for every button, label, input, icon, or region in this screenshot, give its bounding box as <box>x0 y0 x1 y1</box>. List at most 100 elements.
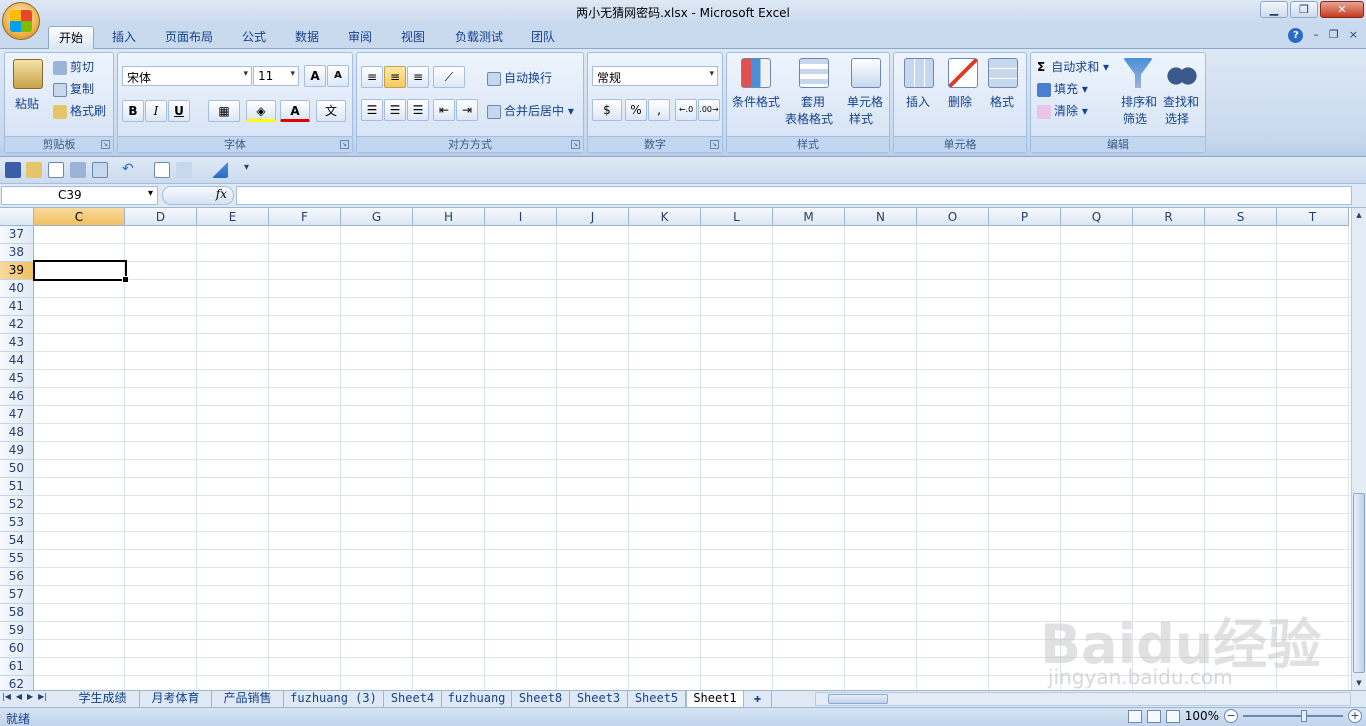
row-header-49[interactable]: 49 <box>0 442 34 460</box>
tab-page-layout[interactable]: 页面布局 <box>158 26 220 49</box>
row-header-47[interactable]: 47 <box>0 406 34 424</box>
increase-indent-button[interactable]: ⇥ <box>456 99 478 121</box>
minimize-button[interactable]: ▁ <box>1260 1 1288 18</box>
copy-button[interactable]: 复制 <box>53 80 94 97</box>
help-icon[interactable]: ? <box>1288 28 1304 43</box>
column-header-o[interactable]: O <box>917 208 989 226</box>
shrink-font-button[interactable]: A <box>327 65 349 87</box>
print-preview-icon[interactable] <box>48 162 64 178</box>
column-header-f[interactable]: F <box>269 208 341 226</box>
row-header-37[interactable]: 37 <box>0 226 34 244</box>
column-header-e[interactable]: E <box>197 208 269 226</box>
tab-formulas[interactable]: 公式 <box>234 26 274 49</box>
sheet-tab[interactable]: 产品销售 <box>212 691 284 707</box>
restore-button[interactable]: ❐ <box>1290 1 1318 18</box>
row-header-45[interactable]: 45 <box>0 370 34 388</box>
next-sheet-icon[interactable]: ▶ <box>27 692 33 701</box>
vertical-scrollbar[interactable]: ▲ ▼ <box>1351 208 1366 690</box>
alignment-launcher-icon[interactable]: ↘ <box>571 140 580 149</box>
insert-sheet-icon[interactable]: ✚ <box>744 691 772 707</box>
tab-home[interactable]: 开始 <box>48 26 94 49</box>
first-sheet-icon[interactable]: |◀ <box>2 692 11 701</box>
phonetic-button[interactable]: 文 <box>316 100 346 122</box>
page-break-view-icon[interactable] <box>1165 709 1180 723</box>
tab-review[interactable]: 审阅 <box>340 26 380 49</box>
row-header-40[interactable]: 40 <box>0 280 34 298</box>
zoom-in-icon[interactable]: + <box>1348 709 1362 723</box>
cut-button[interactable]: 剪切 <box>53 58 94 75</box>
sheet-tab[interactable]: Sheet1 <box>686 691 744 707</box>
align-bottom-button[interactable]: ≡ <box>407 66 429 88</box>
percent-button[interactable]: % <box>625 99 647 121</box>
orientation-button[interactable]: ⟋ <box>433 66 465 88</box>
tab-insert[interactable]: 插入 <box>104 26 144 49</box>
autosum-button[interactable]: Σ 自动求和 ▾ <box>1037 58 1109 75</box>
sort-filter-button[interactable]: 排序和 <box>1121 93 1157 110</box>
cell-styles-button[interactable]: 单元格 <box>847 93 883 110</box>
underline-button[interactable]: U <box>168 100 190 122</box>
row-header-44[interactable]: 44 <box>0 352 34 370</box>
row-header-39[interactable]: 39 <box>0 262 34 280</box>
column-header-j[interactable]: J <box>557 208 629 226</box>
row-header-41[interactable]: 41 <box>0 298 34 316</box>
row-header-51[interactable]: 51 <box>0 478 34 496</box>
grow-font-button[interactable]: A <box>304 65 326 87</box>
undo-icon[interactable]: ↶ <box>122 162 138 178</box>
delete-cells-button[interactable]: 删除 <box>948 93 972 110</box>
row-header-58[interactable]: 58 <box>0 604 34 622</box>
select-all-corner[interactable] <box>0 208 34 226</box>
save-icon[interactable] <box>5 162 21 178</box>
column-header-t[interactable]: T <box>1277 208 1349 226</box>
row-header-55[interactable]: 55 <box>0 550 34 568</box>
table-icon[interactable] <box>92 162 108 178</box>
column-header-s[interactable]: S <box>1205 208 1277 226</box>
row-header-52[interactable]: 52 <box>0 496 34 514</box>
font-name-dropdown[interactable]: 宋体 <box>122 66 252 86</box>
sheet-tab[interactable]: Sheet3 <box>570 691 628 707</box>
ribbon-restore-button[interactable]: ❐ <box>1329 28 1339 43</box>
customize-qat-icon[interactable]: ▾ <box>244 162 260 178</box>
tab-data[interactable]: 数据 <box>287 26 327 49</box>
row-header-53[interactable]: 53 <box>0 514 34 532</box>
clipboard-launcher-icon[interactable]: ↘ <box>101 140 110 149</box>
merge-center-button[interactable]: 合并后居中 ▾ <box>487 102 574 119</box>
column-header-m[interactable]: M <box>773 208 845 226</box>
format-as-table-label[interactable]: 表格格式 <box>785 110 833 127</box>
tab-load-test[interactable]: 负载测试 <box>448 26 510 49</box>
decrease-indent-button[interactable]: ⇤ <box>433 99 455 121</box>
fill-button[interactable]: 填充 ▾ <box>1037 80 1088 97</box>
edit-icon[interactable] <box>176 162 192 178</box>
column-header-n[interactable]: N <box>845 208 917 226</box>
row-header-42[interactable]: 42 <box>0 316 34 334</box>
scroll-down-icon[interactable]: ▼ <box>1353 676 1365 690</box>
column-header-k[interactable]: K <box>629 208 701 226</box>
row-header-46[interactable]: 46 <box>0 388 34 406</box>
insert-cells-button[interactable]: 插入 <box>906 93 930 110</box>
align-right-button[interactable]: ☰ <box>407 99 429 121</box>
chart-icon[interactable] <box>154 162 170 178</box>
page-layout-view-icon[interactable] <box>1146 709 1161 723</box>
wrap-text-button[interactable]: 自动换行 <box>487 69 552 86</box>
currency-button[interactable]: $ <box>592 99 622 121</box>
close-button[interactable]: ✕ <box>1320 1 1364 18</box>
format-painter-qat-icon[interactable] <box>70 162 86 178</box>
sort-filter-label[interactable]: 筛选 <box>1123 110 1147 127</box>
normal-view-icon[interactable] <box>1127 709 1142 723</box>
number-launcher-icon[interactable]: ↘ <box>710 140 719 149</box>
sheet-tab[interactable]: 月考体育 <box>140 691 212 707</box>
align-left-button[interactable]: ☰ <box>361 99 383 121</box>
format-as-table-button[interactable]: 套用 <box>801 93 825 110</box>
active-cell[interactable] <box>33 260 129 283</box>
align-middle-button[interactable]: ≡ <box>384 66 406 88</box>
number-format-dropdown[interactable]: 常规 <box>592 66 718 86</box>
italic-button[interactable]: I <box>145 100 167 122</box>
column-header-h[interactable]: H <box>413 208 485 226</box>
zoom-out-icon[interactable]: − <box>1224 709 1238 723</box>
sheet-tab[interactable]: 学生成绩 <box>66 691 140 707</box>
cell-styles-label[interactable]: 样式 <box>849 110 873 127</box>
row-header-43[interactable]: 43 <box>0 334 34 352</box>
row-header-61[interactable]: 61 <box>0 658 34 676</box>
align-center-button[interactable]: ☰ <box>384 99 406 121</box>
scroll-up-icon[interactable]: ▲ <box>1353 208 1365 222</box>
column-header-r[interactable]: R <box>1133 208 1205 226</box>
